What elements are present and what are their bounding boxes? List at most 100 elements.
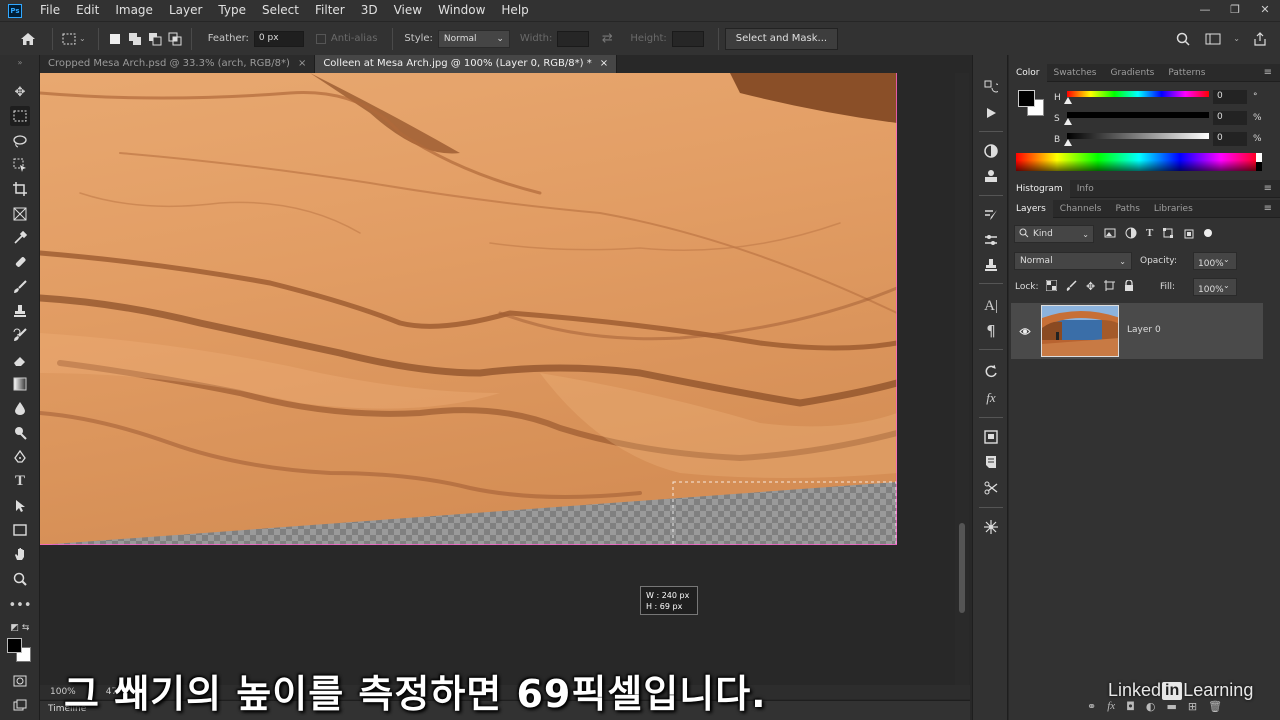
share-icon[interactable] xyxy=(1250,29,1270,49)
menu-filter[interactable]: Filter xyxy=(307,0,353,21)
actions-play-icon[interactable] xyxy=(981,103,1001,123)
white-swatch[interactable] xyxy=(1256,153,1262,162)
workspace-icon[interactable] xyxy=(1203,29,1223,49)
tab-swatches[interactable]: Swatches xyxy=(1047,64,1104,82)
object-selection-tool-icon[interactable] xyxy=(10,155,30,175)
layer-thumbnail[interactable] xyxy=(1041,305,1119,357)
menu-select[interactable]: Select xyxy=(254,0,307,21)
add-mask-icon[interactable]: ◘ xyxy=(1126,700,1135,713)
lasso-tool-icon[interactable] xyxy=(10,131,30,151)
panel-menu-icon[interactable]: ≡ xyxy=(1264,203,1272,214)
doc-tab-cropped-mesa-arch[interactable]: Cropped Mesa Arch.psd @ 33.3% (arch, RGB… xyxy=(40,55,316,73)
rectangle-tool-icon[interactable] xyxy=(10,520,30,540)
saturation-knob[interactable] xyxy=(1064,118,1072,125)
brightness-knob[interactable] xyxy=(1064,139,1072,146)
black-swatch[interactable] xyxy=(1256,162,1262,171)
menu-layer[interactable]: Layer xyxy=(161,0,210,21)
type-tool-icon[interactable]: T xyxy=(10,471,30,491)
layer-style-fx-icon[interactable]: fx xyxy=(1107,700,1115,713)
visibility-eye-icon[interactable] xyxy=(1019,326,1031,339)
chevron-down-icon[interactable]: ⌄ xyxy=(79,34,86,43)
smart-object-filter-icon[interactable] xyxy=(1183,227,1195,242)
feather-input[interactable]: 0 px xyxy=(253,30,304,47)
move-tool-icon[interactable]: ✥ xyxy=(10,82,30,102)
color-spectrum-ramp[interactable] xyxy=(1016,153,1262,171)
type-filter-icon[interactable]: T xyxy=(1146,227,1153,242)
close-icon[interactable]: × xyxy=(298,55,306,73)
document-image[interactable] xyxy=(40,73,897,545)
width-input[interactable] xyxy=(557,30,590,47)
eyedropper-tool-icon[interactable] xyxy=(10,228,30,248)
filter-kind-select[interactable]: Kind ⌄ xyxy=(1014,225,1094,243)
notes-icon[interactable] xyxy=(981,452,1001,472)
menu-type[interactable]: Type xyxy=(210,0,254,21)
delete-layer-icon[interactable]: 🗑 xyxy=(1208,700,1222,713)
menu-window[interactable]: Window xyxy=(430,0,493,21)
lock-transparent-pixels-icon[interactable] xyxy=(1045,279,1058,295)
blur-tool-icon[interactable] xyxy=(10,398,30,418)
tab-patterns[interactable]: Patterns xyxy=(1161,64,1212,82)
subtract-from-selection-icon[interactable] xyxy=(145,29,165,49)
intersect-selection-icon[interactable] xyxy=(165,29,185,49)
panel-menu-icon[interactable]: ≡ xyxy=(1264,183,1272,194)
foreground-color-swatch[interactable] xyxy=(7,638,22,653)
history-brush-icon[interactable] xyxy=(10,325,30,345)
lock-artboard-icon[interactable] xyxy=(1104,280,1116,295)
vertical-scrollbar[interactable] xyxy=(955,73,969,685)
menu-edit[interactable]: Edit xyxy=(68,0,107,21)
frame-tool-icon[interactable] xyxy=(10,204,30,224)
spot-healing-brush-icon[interactable] xyxy=(10,252,30,272)
dodge-tool-icon[interactable] xyxy=(10,423,30,443)
blend-mode-select[interactable]: Normal ⌄ xyxy=(1014,252,1132,270)
search-icon[interactable] xyxy=(1173,29,1193,49)
tab-layers[interactable]: Layers xyxy=(1009,199,1053,218)
tab-paths[interactable]: Paths xyxy=(1108,200,1146,218)
opacity-input[interactable]: 100% xyxy=(1193,252,1237,270)
character-icon[interactable]: A| xyxy=(981,296,1001,316)
quick-mask-icon[interactable] xyxy=(10,671,30,691)
antialias-checkbox[interactable] xyxy=(315,33,326,44)
scroll-thumb[interactable] xyxy=(959,523,965,613)
menu-file[interactable]: File xyxy=(32,0,68,21)
collapse-toolbar-icon[interactable]: » xyxy=(10,58,30,67)
tab-libraries[interactable]: Libraries xyxy=(1147,200,1200,218)
tab-histogram[interactable]: Histogram xyxy=(1009,179,1070,198)
path-selection-tool-icon[interactable] xyxy=(10,496,30,516)
lock-image-pixels-icon[interactable] xyxy=(1066,280,1077,295)
chevron-down-icon[interactable]: ⌄ xyxy=(1223,281,1230,290)
3d-icon[interactable] xyxy=(981,517,1001,537)
crop-tool-icon[interactable] xyxy=(10,179,30,199)
menu-view[interactable]: View xyxy=(386,0,430,21)
new-selection-icon[interactable] xyxy=(105,29,125,49)
foreground-color-chip[interactable] xyxy=(1018,90,1035,107)
history-icon[interactable] xyxy=(981,77,1001,97)
restore-button[interactable]: ❐ xyxy=(1220,0,1250,21)
style-select[interactable]: Normal ⌄ xyxy=(437,29,510,48)
saturation-slider[interactable] xyxy=(1067,112,1209,118)
new-adjustment-layer-icon[interactable]: ◐ xyxy=(1146,700,1156,713)
brushes-icon[interactable] xyxy=(981,230,1001,250)
saturation-value[interactable]: 0 xyxy=(1213,111,1247,125)
panel-menu-icon[interactable]: ≡ xyxy=(1264,67,1272,78)
menu-help[interactable]: Help xyxy=(493,0,536,21)
lock-position-icon[interactable]: ✥ xyxy=(1086,280,1095,295)
new-group-icon[interactable]: ▬ xyxy=(1166,700,1176,713)
rectangular-marquee-preset-icon[interactable] xyxy=(59,29,79,49)
close-window-button[interactable]: ✕ xyxy=(1250,0,1280,21)
default-colors-icon[interactable]: ◩ ⇆ xyxy=(10,618,30,638)
edit-toolbar-icon[interactable]: ••• xyxy=(9,595,32,615)
filter-toggle[interactable] xyxy=(1204,229,1213,237)
zoom-tool-icon[interactable] xyxy=(10,569,30,589)
layer-name[interactable]: Layer 0 xyxy=(1127,325,1161,335)
gradient-tool-icon[interactable] xyxy=(10,374,30,394)
hue-slider[interactable] xyxy=(1067,91,1209,97)
pixel-filter-icon[interactable] xyxy=(1104,227,1116,242)
tab-info[interactable]: Info xyxy=(1070,180,1101,198)
adjustment-filter-icon[interactable] xyxy=(1125,227,1137,242)
brush-settings-icon[interactable] xyxy=(981,205,1001,225)
minimize-button[interactable]: — xyxy=(1190,0,1220,21)
brightness-value[interactable]: 0 xyxy=(1213,132,1247,146)
new-layer-icon[interactable]: ⊞ xyxy=(1188,700,1197,713)
menu-3d[interactable]: 3D xyxy=(353,0,386,21)
navigator-icon[interactable] xyxy=(981,427,1001,447)
